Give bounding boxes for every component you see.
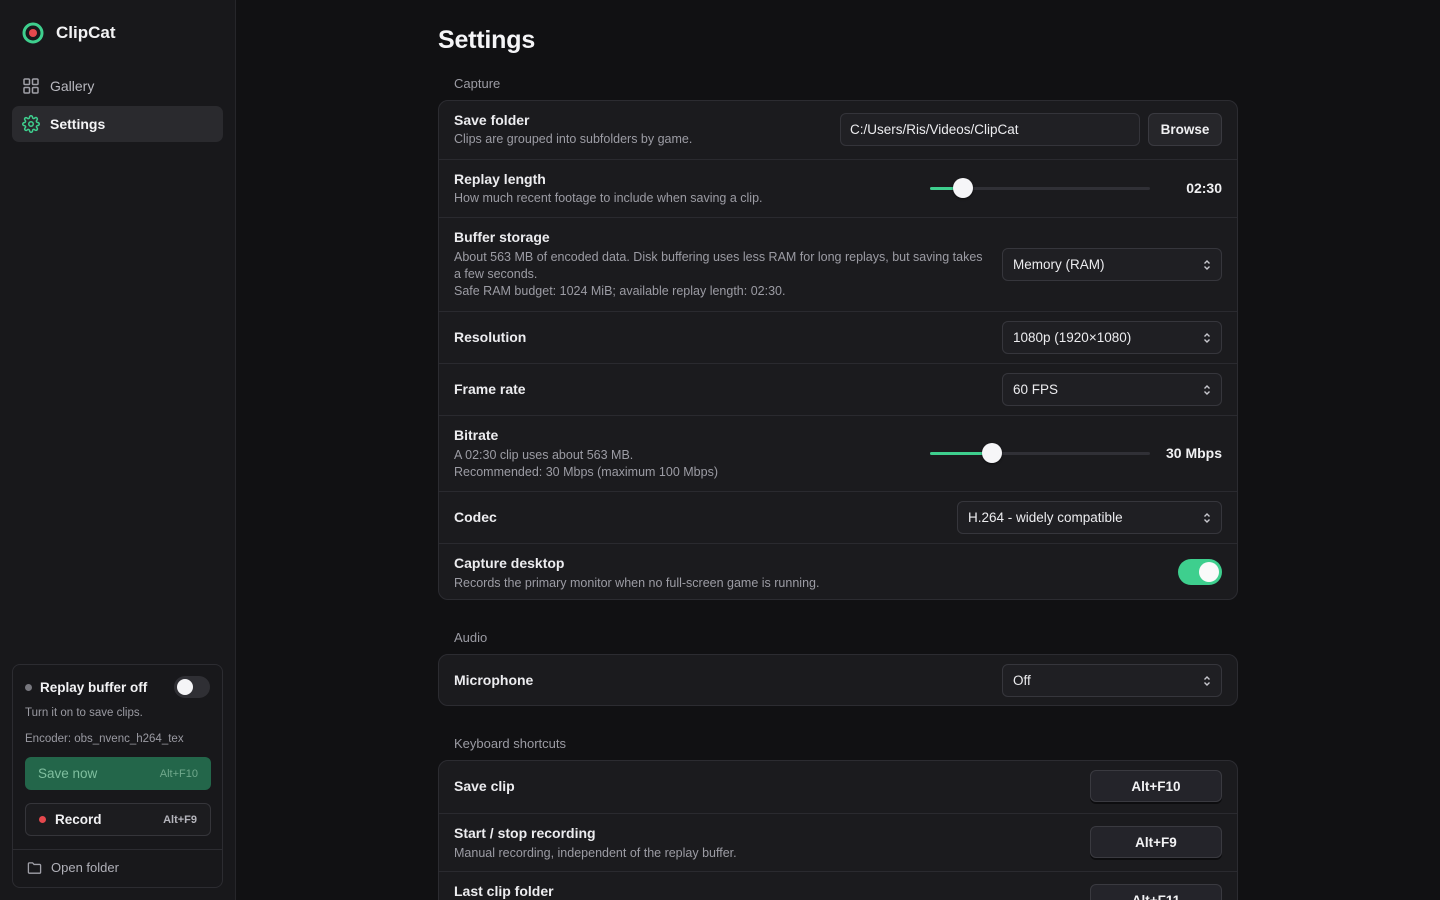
setting-desc: Records the primary monitor when no full… [454,576,820,590]
start-stop-shortcut-button[interactable]: Alt+F9 [1090,826,1222,858]
setting-row-buffer-storage: Buffer storage About 563 MB of encoded d… [439,217,1237,311]
setting-title: Microphone [454,672,534,688]
setting-title: Capture desktop [454,555,565,571]
sidebar-item-label: Settings [50,116,106,132]
setting-title: Start / stop recording [454,825,596,841]
setting-row-frame-rate: Frame rate 60 FPS [439,363,1237,415]
clipcat-logo-icon [22,22,44,44]
capture-desktop-toggle[interactable] [1178,559,1222,585]
shortcuts-card: Save clip Alt+F10 Start / stop recording… [438,760,1238,900]
setting-row-capture-desktop: Capture desktop Records the primary moni… [439,543,1237,599]
replay-status: Replay buffer off [25,680,147,695]
replay-status-subtitle: Turn it on to save clips. [25,707,143,719]
status-dot-icon [25,684,32,691]
buffer-storage-select[interactable]: Memory (RAM) [1002,248,1222,281]
grid-icon [23,78,39,94]
setting-row-save-folder: Save folder Clips are grouped into subfo… [439,101,1237,159]
chevron-updown-icon [1204,513,1210,523]
setting-title: Last clip folder [454,883,554,899]
setting-title: Bitrate [454,427,499,443]
page-title: Settings [438,26,536,54]
section-label-audio: Audio [454,630,488,645]
setting-title: Save clip [454,778,515,794]
resolution-select[interactable]: 1080p (1920×1080) [1002,321,1222,354]
setting-desc: Clips are grouped into subfolders by gam… [454,132,693,146]
setting-desc: A 02:30 clip uses about 563 MB. [454,448,634,462]
encoder-label: Encoder: obs_nvenc_h264_tex [25,733,184,745]
setting-row-replay-length: Replay length How much recent footage to… [439,159,1237,217]
record-shortcut: Alt+F9 [163,813,197,826]
brand: ClipCat [22,22,116,44]
record-dot-icon [39,816,46,823]
setting-title: Buffer storage [454,229,550,245]
replay-status-title: Replay buffer off [40,680,148,695]
section-label-capture: Capture [454,76,501,91]
select-value: 1080p (1920×1080) [1013,330,1132,345]
save-folder-input[interactable] [840,113,1140,146]
setting-row-resolution: Resolution 1080p (1920×1080) [439,311,1237,363]
setting-desc: Manual recording, independent of the rep… [454,846,737,860]
setting-desc: About 563 MB of encoded data. Disk buffe… [454,250,983,281]
chevron-updown-icon [1204,260,1210,270]
save-clip-shortcut-button[interactable]: Alt+F10 [1090,770,1222,802]
record-label: Record [55,812,102,827]
save-now-label: Save now [38,766,98,781]
setting-title: Save folder [454,112,530,128]
chevron-updown-icon [1204,676,1210,686]
slider-thumb[interactable] [981,443,1002,463]
save-now-button[interactable]: Save now Alt+F10 [25,757,211,790]
setting-row-bitrate: Bitrate A 02:30 clip uses about 563 MB. … [439,415,1237,491]
bitrate-slider[interactable] [930,443,1150,463]
browse-button[interactable]: Browse [1148,113,1222,146]
setting-desc: How much recent footage to include when … [454,191,763,205]
bitrate-value: 30 Mbps [1165,445,1222,461]
sidebar-item-settings[interactable]: Settings [12,106,223,142]
setting-title: Replay length [454,171,546,187]
capture-card: Save folder Clips are grouped into subfo… [438,100,1238,600]
replay-buffer-toggle[interactable] [174,676,210,698]
slider-thumb[interactable] [953,178,973,198]
select-value: Off [1013,673,1031,688]
divider [13,849,222,850]
last-clip-shortcut-button[interactable]: Alt+F11 [1090,884,1222,900]
setting-row-last-clip-folder: Last clip folder Alt+F11 [439,871,1237,900]
folder-icon [27,861,42,874]
replay-length-slider[interactable] [930,178,1150,198]
gear-icon [22,115,40,133]
setting-row-save-clip: Save clip Alt+F10 [439,761,1237,813]
section-label-shortcuts: Keyboard shortcuts [454,736,567,751]
setting-desc-budget: Safe RAM budget: 1024 MiB; available rep… [454,284,786,298]
select-value: Memory (RAM) [1013,257,1105,272]
microphone-select[interactable]: Off [1002,664,1222,697]
setting-desc-recommended: Recommended: 30 Mbps (maximum 100 Mbps) [454,465,718,479]
setting-row-codec: Codec H.264 - widely compatible [439,491,1237,543]
setting-title: Frame rate [454,381,526,397]
setting-title: Codec [454,509,497,525]
replay-status-card: Replay buffer off Turn it on to save cli… [12,664,223,888]
toggle-knob [1199,562,1219,582]
replay-length-value: 02:30 [1186,180,1222,196]
setting-row-microphone: Microphone Off [439,655,1237,705]
frame-rate-select[interactable]: 60 FPS [1002,373,1222,406]
chevron-updown-icon [1204,385,1210,395]
codec-select[interactable]: H.264 - widely compatible [957,501,1222,534]
audio-card: Microphone Off [438,654,1238,706]
select-value: H.264 - widely compatible [968,510,1123,525]
setting-row-start-stop: Start / stop recording Manual recording,… [439,813,1237,871]
select-value: 60 FPS [1013,382,1059,397]
chevron-updown-icon [1204,333,1210,343]
sidebar-item-gallery[interactable]: Gallery [12,68,223,104]
setting-title: Resolution [454,329,527,345]
save-now-shortcut: Alt+F10 [159,767,198,780]
app-name: ClipCat [56,23,116,42]
open-folder-button[interactable]: Open folder [27,860,119,875]
toggle-knob [177,679,193,695]
open-folder-label: Open folder [51,860,119,875]
record-button[interactable]: Record Alt+F9 [25,803,211,836]
sidebar-item-label: Gallery [50,78,95,94]
sidebar: ClipCat Gallery Settings Replay buffer o… [0,0,236,900]
